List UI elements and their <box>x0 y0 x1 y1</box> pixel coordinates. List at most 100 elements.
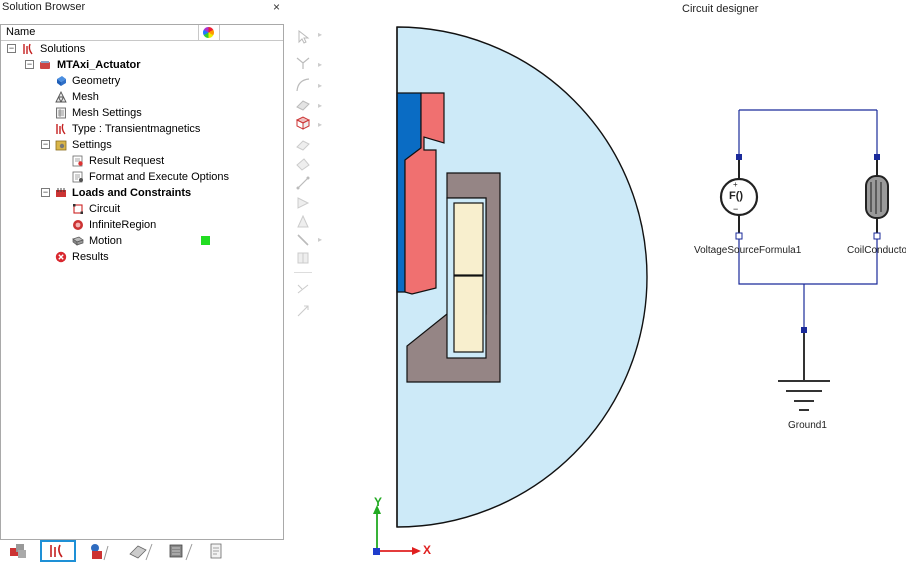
voltage-source-label[interactable]: VoltageSourceFormula1 <box>694 245 801 256</box>
dropdown-arrow-icon[interactable]: ▸ <box>318 30 322 39</box>
tree-item-geometry[interactable]: Geometry <box>1 73 281 89</box>
tree-item-label: Mesh <box>72 91 99 103</box>
minus-sign: − <box>733 204 738 214</box>
materials-tab-icon <box>91 544 109 561</box>
ground-label[interactable]: Ground1 <box>788 420 827 431</box>
tree-item-type[interactable]: Type : Transientmagnetics <box>1 121 281 137</box>
mirror-tool-icon[interactable] <box>296 282 310 296</box>
plane-tool-icon[interactable] <box>296 157 310 171</box>
close-icon[interactable]: × <box>273 0 280 14</box>
motion-color-swatch[interactable] <box>201 236 210 245</box>
coil-turns <box>870 180 882 214</box>
materials-tab[interactable] <box>80 540 116 562</box>
tree-item-label: Mesh Settings <box>72 107 142 119</box>
solution-browser-panel: Solution Browser × Name − Solutions − MT… <box>0 0 286 565</box>
yoke-shape <box>406 172 501 383</box>
tree-item-settings[interactable]: − Settings <box>1 137 281 153</box>
solutions-icon <box>23 43 33 55</box>
probe-tool-icon[interactable] <box>296 233 310 247</box>
collapse-icon[interactable]: − <box>41 188 50 197</box>
scripts-tab[interactable] <box>200 540 236 562</box>
tree-item-label: Geometry <box>72 75 121 87</box>
model-tab[interactable] <box>2 540 38 562</box>
tree-item-label: Motion <box>89 235 123 247</box>
half-shape-tool-icon[interactable] <box>296 251 310 265</box>
source-pin-bottom <box>735 232 743 240</box>
dropdown-arrow-icon[interactable]: ▸ <box>318 60 322 69</box>
tree-item-motion[interactable]: Motion <box>1 233 281 249</box>
tree-item-mesh[interactable]: Mesh <box>1 89 281 105</box>
dropdown-arrow-icon[interactable]: ▸ <box>318 81 322 90</box>
result-request-icon <box>72 155 83 167</box>
extrude-tool-icon[interactable] <box>296 138 310 152</box>
split-line-tool-icon[interactable] <box>296 56 310 70</box>
tree-header: Name <box>1 25 283 41</box>
pyramid-tool-icon[interactable] <box>296 215 310 229</box>
tree-item-format-execute-options[interactable]: Format and Execute Options <box>1 169 281 185</box>
scripts-tab-icon <box>210 543 222 559</box>
y-axis-label: Y <box>374 495 383 509</box>
tree-item-label: Result Request <box>89 155 165 167</box>
circuit-wires <box>738 109 878 330</box>
tree-item-mesh-settings[interactable]: Mesh Settings <box>1 105 281 121</box>
tree-item-results[interactable]: Results <box>1 249 281 265</box>
tree-item-label: Results <box>72 251 109 263</box>
dropdown-arrow-icon[interactable]: ▸ <box>318 235 322 244</box>
box-tool-icon[interactable] <box>296 116 310 130</box>
infinite-region-icon <box>73 220 83 230</box>
format-execute-icon <box>72 171 83 183</box>
tree-item-result-request[interactable]: Result Request <box>1 153 281 169</box>
arc-tool-icon[interactable] <box>296 78 310 92</box>
circuit-icon <box>73 204 83 214</box>
tree-item-circuit[interactable]: Circuit <box>1 201 281 217</box>
tree-item-label: MTAxi_Actuator <box>57 59 141 71</box>
loads-icon <box>56 188 66 197</box>
coil-pin-bottom <box>873 232 881 240</box>
geometry-icon <box>57 76 66 86</box>
collapse-icon[interactable]: − <box>25 60 34 69</box>
source-pin-top <box>736 154 742 160</box>
collapse-icon[interactable]: − <box>41 140 50 149</box>
x-axis-label: X <box>423 543 432 557</box>
tree-item-label: InfiniteRegion <box>89 219 157 231</box>
select-tool-icon[interactable] <box>296 30 310 44</box>
parts-tab-icon <box>129 543 153 561</box>
tree-item-loads-and-constraints[interactable]: − Loads and Constraints <box>1 185 281 201</box>
tree-item-label: Format and Execute Options <box>89 171 230 183</box>
tree-item-infinite-region[interactable]: InfiniteRegion <box>1 217 281 233</box>
tree-item-solutions[interactable]: − Solutions <box>1 41 281 57</box>
solution-tree: Name − Solutions − MTAxi_Actuator Geomet… <box>0 24 284 540</box>
plunger-shape <box>396 92 422 293</box>
coil-window-shape <box>446 197 487 359</box>
ground-pin <box>801 327 807 333</box>
dropdown-arrow-icon[interactable]: ▸ <box>318 120 322 129</box>
triangle-tool-icon[interactable] <box>296 196 310 210</box>
tree-item-mtaxi-actuator[interactable]: − MTAxi_Actuator <box>1 57 281 73</box>
dropdown-arrow-icon[interactable]: ▸ <box>318 101 322 110</box>
view-tab-icon <box>169 543 193 561</box>
plus-sign: + <box>733 180 738 189</box>
winding-lower-shape <box>453 275 484 353</box>
surface-tool-icon[interactable] <box>296 98 310 112</box>
column-divider[interactable] <box>198 25 199 40</box>
parts-tab[interactable] <box>120 540 156 562</box>
column-header-name[interactable]: Name <box>6 26 35 38</box>
z-axis-marker <box>373 548 380 555</box>
column-divider[interactable] <box>219 25 220 40</box>
view-tab[interactable] <box>160 540 196 562</box>
coil-conductor-label[interactable]: CoilConductor1 <box>847 245 906 256</box>
solutions-tab[interactable] <box>40 540 76 562</box>
collapse-icon[interactable]: − <box>7 44 16 53</box>
panel-title: Solution Browser <box>2 1 86 13</box>
tree-item-label: Solutions <box>40 43 86 55</box>
circuit-designer-title: Circuit designer <box>682 3 759 15</box>
tree-item-label: Settings <box>72 139 112 151</box>
tree-item-label: Loads and Constraints <box>72 187 192 199</box>
scale-tool-icon[interactable] <box>296 304 310 318</box>
winding-upper-shape <box>453 202 484 276</box>
line-tool-icon[interactable] <box>296 176 310 190</box>
type-icon <box>56 123 66 135</box>
mesh-settings-icon <box>56 107 66 119</box>
mesh-icon <box>55 91 67 103</box>
color-wheel-icon[interactable] <box>203 27 214 38</box>
